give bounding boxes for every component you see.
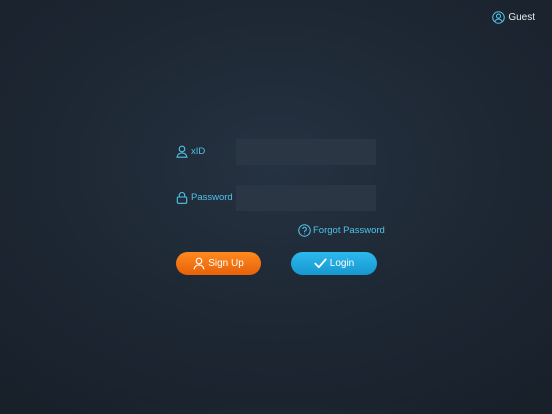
sign-up-label: Sign Up (208, 258, 244, 269)
xid-input[interactable] (236, 139, 376, 165)
checkmark-icon (314, 258, 327, 269)
guest-button[interactable]: Guest (492, 11, 535, 24)
user-circle-icon (492, 11, 506, 24)
user-icon (193, 257, 205, 270)
forgot-password-link[interactable]: Forgot Password (298, 224, 385, 237)
login-button[interactable]: Login (291, 252, 377, 275)
question-circle-icon (298, 224, 311, 237)
lock-icon (176, 191, 188, 204)
password-input[interactable] (236, 185, 376, 211)
forgot-password-label: Forgot Password (313, 225, 385, 236)
sign-up-button[interactable]: Sign Up (176, 252, 261, 275)
login-label: Login (329, 258, 355, 269)
password-label: Password (176, 191, 233, 204)
xid-label-text: xID (191, 146, 206, 157)
password-label-text: Password (191, 192, 233, 203)
xid-label: xID (176, 145, 205, 158)
user-outline-icon (176, 145, 188, 158)
guest-label: Guest (508, 12, 535, 23)
